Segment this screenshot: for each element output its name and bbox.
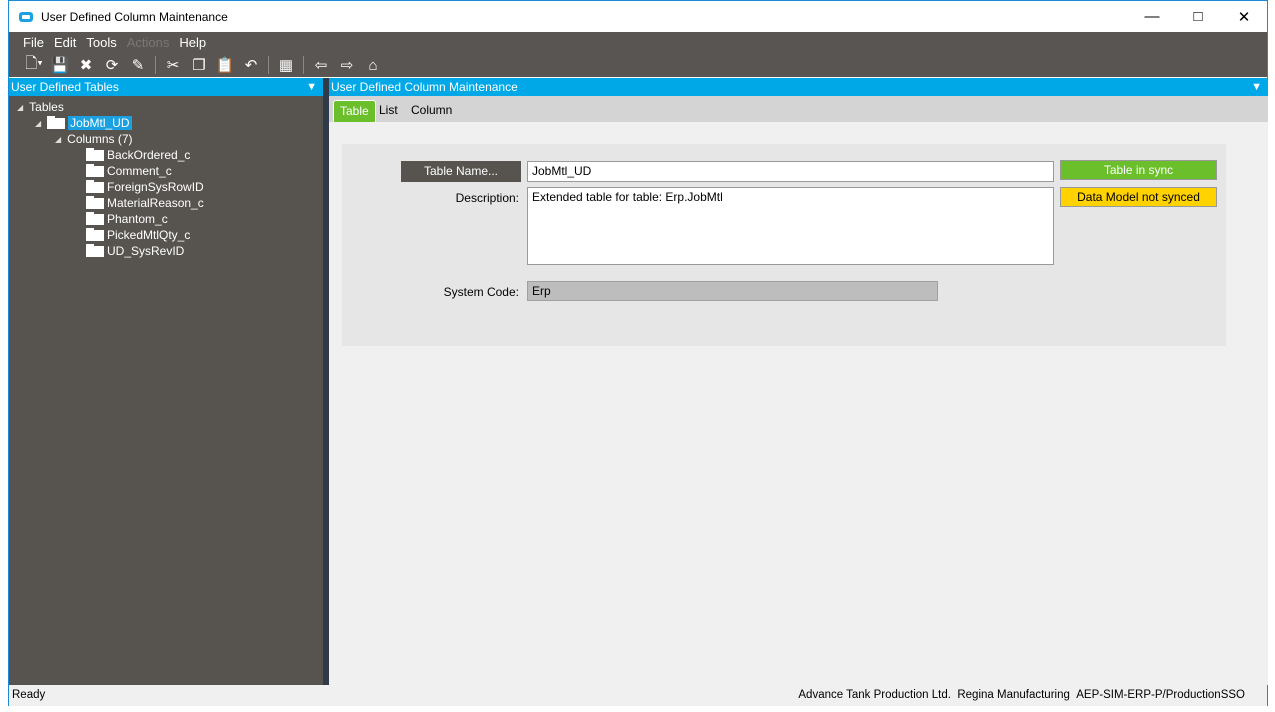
- paste-icon[interactable]: 📋: [212, 56, 238, 74]
- separator: [155, 56, 156, 74]
- delete-icon[interactable]: ✖: [73, 56, 99, 74]
- separator: [303, 56, 304, 74]
- left-panel-header: User Defined Tables ▼: [9, 78, 323, 96]
- clear-icon[interactable]: ✎: [125, 56, 151, 74]
- tree-node-column[interactable]: Phantom_c: [86, 211, 168, 227]
- tree-label: BackOrdered_c: [107, 148, 191, 162]
- copy-icon[interactable]: ❐: [186, 56, 212, 74]
- folder-icon: [86, 211, 104, 225]
- tree-label: PickedMtlQty_c: [107, 228, 191, 242]
- tree-view: ◢ Tables ◢ JobMtl_UD ◢ Columns (7) BackOrde…: [9, 96, 323, 685]
- tree-node-column[interactable]: MaterialReason_c: [86, 195, 204, 211]
- tree-label: MaterialReason_c: [107, 196, 204, 210]
- pin-icon[interactable]: ▼: [1251, 78, 1262, 96]
- title-bar: User Defined Column Maintenance — □ ✕: [9, 1, 1267, 32]
- system-code-label: System Code:: [443, 285, 519, 299]
- table-name-input[interactable]: JobMtl_UD: [527, 161, 1054, 182]
- tab-bar: Table List Column: [329, 96, 1268, 122]
- tree-node-column[interactable]: PickedMtlQty_c: [86, 227, 190, 243]
- home-icon[interactable]: ⌂: [360, 57, 386, 74]
- menu-file[interactable]: File: [23, 35, 44, 50]
- folder-icon: [86, 195, 104, 209]
- tree-node-tables[interactable]: ◢ Tables: [17, 99, 64, 115]
- refresh-icon[interactable]: ⟳: [99, 56, 125, 74]
- folder-icon: [86, 147, 104, 161]
- minimize-button[interactable]: —: [1129, 1, 1175, 32]
- tree-label: Comment_c: [107, 164, 172, 178]
- status-context: Advance Tank Production Ltd. Regina Manu…: [798, 685, 1245, 706]
- binoculars-icon[interactable]: ▦: [273, 56, 299, 74]
- pin-icon[interactable]: ▼: [306, 78, 317, 96]
- menu-edit[interactable]: Edit: [54, 35, 76, 50]
- data-model-status-badge: Data Model not synced: [1060, 187, 1217, 207]
- tree-label: Tables: [29, 100, 64, 114]
- folder-icon: [86, 179, 104, 193]
- system-code-input: Erp: [527, 281, 938, 301]
- right-panel: Table List Column Table Name... JobMtl_U…: [329, 96, 1268, 685]
- tree-label: Columns (7): [67, 132, 133, 146]
- menu-help[interactable]: Help: [179, 35, 206, 50]
- tree-node-column[interactable]: UD_SysRevID: [86, 243, 184, 259]
- folder-icon: [86, 163, 104, 177]
- status-bar: Ready Advance Tank Production Ltd. Regin…: [9, 685, 1267, 706]
- status-server: AEP-SIM-ERP-P/ProductionSSO: [1076, 689, 1245, 701]
- tree-label: Phantom_c: [107, 212, 168, 226]
- tab-list[interactable]: List: [373, 100, 404, 122]
- description-label: Description:: [455, 191, 519, 205]
- folder-icon: [86, 243, 104, 257]
- status-site: Regina Manufacturing: [957, 689, 1070, 701]
- tree-label: UD_SysRevID: [107, 244, 185, 258]
- app-window: User Defined Column Maintenance — □ ✕ Fi…: [8, 0, 1268, 706]
- save-icon[interactable]: 💾: [47, 56, 73, 74]
- tree-node-column[interactable]: BackOrdered_c: [86, 147, 190, 163]
- undo-icon[interactable]: ↶: [238, 56, 264, 74]
- tree-label: JobMtl_UD: [68, 116, 132, 130]
- separator: [268, 56, 269, 74]
- cut-icon[interactable]: ✂: [160, 56, 186, 74]
- status-company: Advance Tank Production Ltd.: [798, 689, 951, 701]
- app-icon: [19, 11, 33, 22]
- window-title: User Defined Column Maintenance: [41, 9, 228, 24]
- menu-actions: Actions: [126, 35, 170, 50]
- tree-node-column[interactable]: ForeignSysRowID: [86, 179, 204, 195]
- description-input[interactable]: Extended table for table: Erp.JobMtl: [527, 187, 1054, 265]
- table-name-button[interactable]: Table Name...: [401, 161, 521, 182]
- close-button[interactable]: ✕: [1221, 1, 1267, 32]
- maximize-button[interactable]: □: [1175, 1, 1221, 32]
- forward-icon[interactable]: ⇨: [334, 56, 360, 74]
- right-panel-header: User Defined Column Maintenance ▼: [329, 78, 1268, 96]
- folder-icon: [86, 227, 104, 241]
- table-form: Table Name... JobMtl_UD Description: Ext…: [342, 144, 1226, 346]
- tab-table[interactable]: Table: [333, 100, 376, 122]
- tree-label: ForeignSysRowID: [107, 180, 204, 194]
- left-panel-title: User Defined Tables: [11, 80, 119, 94]
- tree-node-columns[interactable]: ◢ Columns (7): [55, 131, 133, 147]
- tree-node-table[interactable]: ◢ JobMtl_UD: [35, 115, 132, 131]
- tab-column[interactable]: Column: [405, 100, 458, 122]
- toolbar: 🗋▾ 💾 ✖ ⟳ ✎ ✂ ❐ 📋 ↶ ▦ ⇦ ⇨ ⌂: [9, 53, 1267, 77]
- menu-tools[interactable]: Tools: [86, 35, 116, 50]
- sync-status-badge: Table in sync: [1060, 160, 1217, 180]
- new-icon[interactable]: 🗋▾: [21, 53, 47, 78]
- folder-icon: [47, 115, 66, 129]
- menu-bar: File Edit Tools Actions Help: [9, 32, 1267, 53]
- status-text: Ready: [12, 689, 46, 701]
- back-icon[interactable]: ⇦: [308, 56, 334, 74]
- right-panel-title: User Defined Column Maintenance: [331, 80, 518, 94]
- tree-node-column[interactable]: Comment_c: [86, 163, 172, 179]
